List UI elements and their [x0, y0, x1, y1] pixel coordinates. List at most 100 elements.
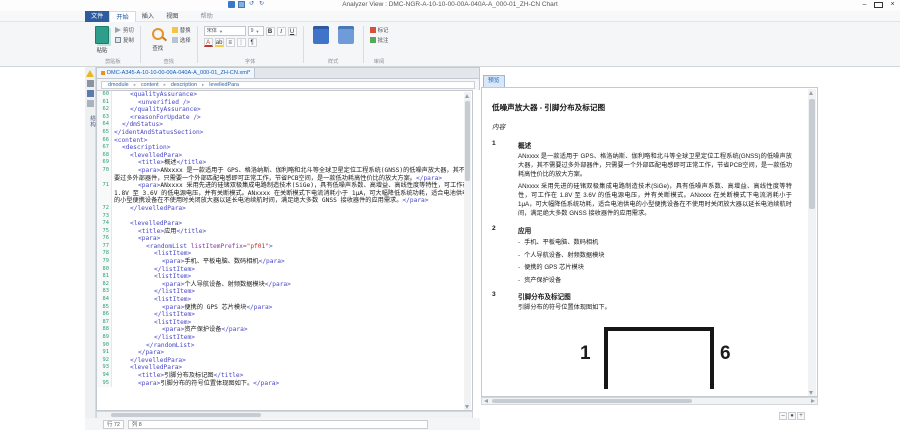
zoom-slider[interactable]: ● — [788, 412, 796, 420]
zoom-in-button[interactable]: + — [797, 412, 805, 420]
code-line[interactable]: 78<listItem> — [97, 250, 472, 258]
code-text: </para> — [112, 349, 472, 357]
code-text: <content> — [112, 137, 472, 145]
zoom-out-button[interactable]: – — [779, 412, 787, 420]
track-changes-button[interactable]: 标记 — [370, 26, 389, 34]
code-line[interactable]: 85<para>便携的 GPS 芯片模块</para> — [97, 304, 472, 312]
code-line[interactable]: 88<para>资产保护设备</para> — [97, 326, 472, 334]
breadcrumb-item-description[interactable]: description — [171, 82, 197, 88]
code-line[interactable]: 83</listItem> — [97, 288, 472, 296]
code-line[interactable]: 61<unverified /> — [97, 99, 472, 107]
code-line[interactable]: 75<title>应用</title> — [97, 228, 472, 236]
ribbon-tab-view[interactable]: 视图 — [160, 11, 184, 22]
scrollbar-thumb[interactable] — [465, 101, 470, 181]
code-line[interactable]: 74<levelledPara> — [97, 220, 472, 228]
line-number: 88 — [97, 326, 112, 334]
ribbon-tab-home[interactable]: 开始 — [109, 11, 135, 22]
code-line[interactable]: 80</listItem> — [97, 266, 472, 274]
code-line[interactable]: 69<title>概述</title> — [97, 159, 472, 167]
ribbon-tab-help[interactable]: 帮助 — [195, 11, 219, 22]
xml-source-view[interactable]: 60<qualityAssurance>61<unverified />62</… — [96, 90, 473, 411]
scroll-left-icon[interactable] — [484, 399, 488, 403]
scroll-down-icon[interactable] — [809, 391, 813, 395]
minimize-button[interactable]: – — [860, 1, 869, 9]
code-line[interactable]: 60<qualityAssurance> — [97, 91, 472, 99]
scroll-right-icon[interactable] — [811, 399, 815, 403]
code-line[interactable]: 89</listItem> — [97, 334, 472, 342]
collapsed-panel-tab[interactable]: 结构 — [85, 115, 96, 128]
code-line[interactable]: 95<para>引脚分布的符号位置体现图如下。</para> — [97, 380, 472, 388]
numbered-list-button[interactable]: ⋮ — [237, 38, 246, 47]
attributes-icon[interactable] — [87, 100, 94, 107]
code-line[interactable]: 77<randomList listItemPrefix="pf01"> — [97, 243, 472, 251]
code-line[interactable]: 67<description> — [97, 144, 472, 152]
code-line[interactable]: 71<para>ANxxxx 采用先进的硅锗双极集成电路制造技术(SiGe)，具… — [97, 182, 472, 205]
code-text: </listItem> — [112, 311, 472, 319]
bold-button[interactable]: B — [266, 27, 275, 36]
code-line[interactable]: 65</identAndStatusSection> — [97, 129, 472, 137]
font-size-select[interactable]: 9▼ — [248, 26, 264, 36]
cut-button[interactable]: 剪切 — [115, 26, 134, 34]
document-tab[interactable]: DMC-A345-A-10-10-00-00A-040A-A_000-01_ZH… — [97, 68, 255, 78]
bullet-list-button[interactable]: ≡ — [226, 38, 235, 47]
ribbon-group-find: 查找 替换 选择 查找 — [143, 24, 195, 65]
code-line[interactable]: 82<para>个人导航设备、射频数据模块</para> — [97, 281, 472, 289]
code-line[interactable]: 72</levelledPara> — [97, 205, 472, 213]
code-line[interactable]: 79<para>手机、平板电脑、数码相机</para> — [97, 258, 472, 266]
maximize-button[interactable] — [874, 2, 883, 8]
breadcrumb-item-dmodule[interactable]: dmodule — [108, 82, 129, 88]
font-family-select[interactable]: 宋体▼ — [204, 26, 246, 36]
code-line[interactable]: 62</qualityAssurance> — [97, 106, 472, 114]
structure-icon[interactable] — [87, 90, 94, 97]
code-line[interactable]: 70<para>ANxxxx 是一款适用于 GPS、格洛纳斯、伽利略和北斗等全球… — [97, 167, 472, 182]
select-button[interactable]: 选择 — [172, 36, 191, 44]
preview-vertical-scrollbar[interactable] — [808, 89, 816, 397]
line-number: 72 — [97, 205, 112, 213]
code-line[interactable]: 90</randomList> — [97, 342, 472, 350]
code-line[interactable]: 86</listItem> — [97, 311, 472, 319]
scrollbar-thumb[interactable] — [111, 413, 261, 417]
highlight-button[interactable]: ab — [215, 38, 224, 47]
code-line[interactable]: 73 — [97, 213, 472, 221]
code-line[interactable]: 92</levelledPara> — [97, 357, 472, 365]
scrollbar-thumb[interactable] — [492, 399, 692, 403]
style-gallery-button-1[interactable] — [310, 24, 332, 46]
code-line[interactable]: 64</dmStatus> — [97, 121, 472, 129]
scroll-up-icon[interactable] — [809, 91, 813, 95]
ribbon-tab-file[interactable]: 文件 — [85, 11, 109, 22]
outline-icon[interactable] — [87, 80, 94, 87]
code-line[interactable]: 93<levelledPara> — [97, 364, 472, 372]
italic-button[interactable]: I — [277, 27, 286, 36]
paste-button[interactable]: 粘贴 — [92, 24, 112, 56]
scrollbar-thumb[interactable] — [809, 99, 815, 209]
code-line[interactable]: 94<title>引脚分布及标记图</title> — [97, 372, 472, 380]
comment-button[interactable]: 批注 — [370, 36, 389, 44]
code-line[interactable]: 63<reasonForUpdate /> — [97, 114, 472, 122]
editor-vertical-scrollbar[interactable] — [464, 92, 471, 411]
breadcrumb-item-levelledPara[interactable]: levelledPara — [209, 82, 239, 88]
code-line[interactable]: 87<listItem> — [97, 319, 472, 327]
warning-icon[interactable] — [86, 70, 94, 77]
code-line[interactable]: 91</para> — [97, 349, 472, 357]
code-line[interactable]: 84<listItem> — [97, 296, 472, 304]
scroll-up-icon[interactable] — [465, 94, 469, 98]
breadcrumb-item-content[interactable]: content — [141, 82, 159, 88]
font-color-button[interactable]: A — [204, 38, 213, 47]
code-line[interactable]: 66<content> — [97, 137, 472, 145]
code-text: <levelledPara> — [112, 364, 472, 372]
style-gallery-button-2[interactable] — [335, 24, 357, 46]
underline-button[interactable]: U — [288, 27, 297, 36]
code-line[interactable]: 76<para> — [97, 235, 472, 243]
preview-horizontal-scrollbar[interactable] — [481, 397, 818, 405]
preview-tab[interactable]: 预览 — [483, 75, 505, 87]
find-button[interactable]: 查找 — [147, 24, 169, 54]
pilcrow-button[interactable]: ¶ — [248, 38, 257, 47]
track-changes-icon — [370, 27, 376, 33]
replace-button[interactable]: 替换 — [172, 26, 191, 34]
code-line[interactable]: 81<listItem> — [97, 273, 472, 281]
ribbon-tab-insert[interactable]: 插入 — [136, 11, 160, 22]
copy-button[interactable]: 复制 — [115, 36, 134, 44]
select-label: 选择 — [180, 36, 191, 44]
close-button[interactable]: × — [888, 1, 897, 9]
scroll-down-icon[interactable] — [465, 405, 469, 409]
